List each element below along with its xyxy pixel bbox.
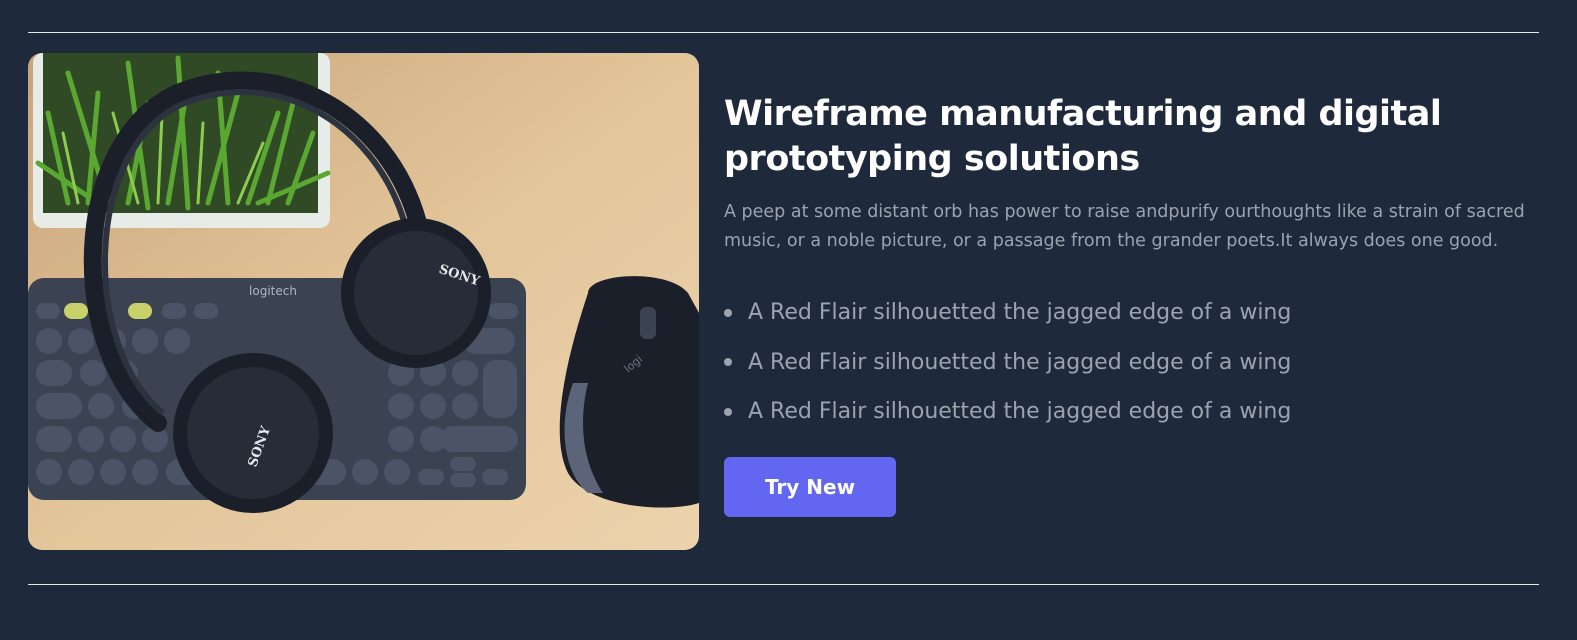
bottom-divider xyxy=(28,584,1539,585)
feature-text: A Red Flair silhouetted the jagged edge … xyxy=(748,399,1292,425)
bullet-icon xyxy=(724,407,732,416)
hero-image: logitech SONY SONY logi xyxy=(28,53,699,550)
hero-content: Wireframe manufacturing and digital prot… xyxy=(724,92,1544,437)
bullet-icon xyxy=(724,308,732,317)
hero-description: A peep at some distant orb has power to … xyxy=(724,202,1525,251)
feature-text: A Red Flair silhouetted the jagged edge … xyxy=(748,300,1292,326)
keyboard-logo-text: logitech xyxy=(249,284,297,298)
feature-text: A Red Flair silhouetted the jagged edge … xyxy=(748,349,1292,375)
feature-list: A Red Flair silhouetted the jagged edge … xyxy=(724,288,1544,437)
top-divider xyxy=(28,32,1539,33)
try-new-button[interactable]: Try New xyxy=(724,457,896,517)
bullet-icon xyxy=(724,358,732,367)
list-item: A Red Flair silhouetted the jagged edge … xyxy=(724,338,1544,388)
list-item: A Red Flair silhouetted the jagged edge … xyxy=(724,387,1544,437)
page-title: Wireframe manufacturing and digital prot… xyxy=(724,94,1442,179)
list-item: A Red Flair silhouetted the jagged edge … xyxy=(724,288,1544,338)
